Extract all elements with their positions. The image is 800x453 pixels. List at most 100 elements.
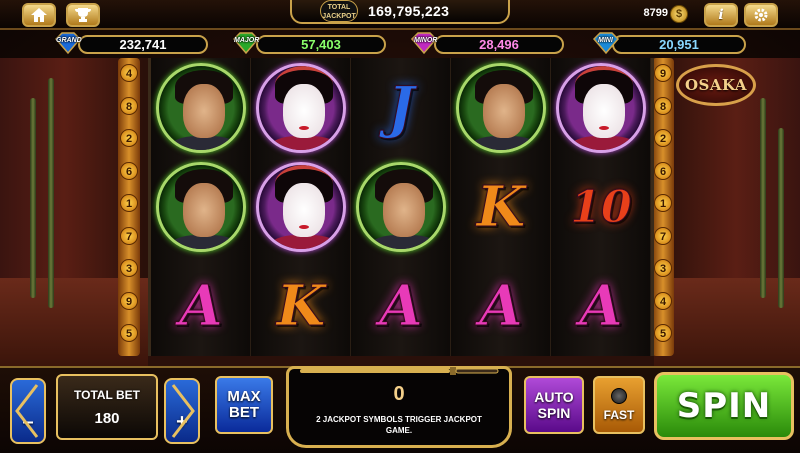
total-jackpot-value: 169,795,223 — [368, 3, 450, 19]
letter-symbol-text: K — [276, 273, 326, 340]
trophy-icon — [75, 8, 91, 22]
mini-label: MINI — [598, 37, 613, 44]
line-number: 1 — [120, 194, 138, 212]
geisha-symbol — [251, 58, 351, 158]
line-number: 9 — [654, 64, 672, 82]
decrease-bet-button[interactable]: – — [10, 378, 46, 444]
line-number: 3 — [654, 259, 672, 277]
right-line-numbers: 9 8 2 6 1 7 3 4 5 — [652, 58, 674, 356]
fast-button[interactable]: FAST — [593, 376, 645, 434]
info-button[interactable]: i — [704, 3, 738, 27]
max-bet-text: MAX BET — [227, 389, 260, 421]
line-number: 9 — [120, 291, 138, 310]
letter-symbol: K — [451, 157, 551, 257]
reel-window: A K J A K A 10 A — [148, 58, 654, 356]
geisha-portrait-icon — [256, 162, 346, 252]
increase-bet-button[interactable]: + — [164, 378, 200, 444]
geisha-symbol — [251, 157, 351, 257]
auto-spin-line2: SPIN — [537, 405, 571, 421]
coin-icon[interactable]: $ — [670, 5, 688, 23]
letter-symbol-text: K — [476, 174, 526, 241]
line-number: 6 — [120, 161, 138, 180]
letter-symbol: A — [151, 256, 251, 356]
samurai-symbol — [451, 58, 551, 158]
line-number: 1 — [654, 194, 672, 212]
letter-symbol-text: A — [179, 273, 223, 340]
reel-2: K — [251, 58, 351, 356]
left-arrow-icon — [15, 384, 39, 438]
max-bet-line2: BET — [229, 404, 259, 421]
line-number: 4 — [654, 291, 672, 310]
line-number: 7 — [120, 226, 138, 245]
major-jackpot-value: 57,403 — [256, 35, 386, 54]
letter-symbol: K — [251, 256, 351, 356]
letter-symbol-text: 10 — [570, 181, 632, 233]
auto-spin-text: AUTO SPIN — [534, 389, 573, 421]
balance-value: 8799 — [643, 7, 668, 19]
geisha-portrait-icon — [556, 63, 646, 153]
bamboo-decoration — [778, 128, 784, 308]
letter-symbol: A — [451, 256, 551, 356]
samurai-symbol — [151, 58, 251, 158]
total-bet-label: TOTAL BET — [74, 388, 140, 402]
line-number: 5 — [120, 324, 138, 342]
gear-icon — [754, 8, 768, 22]
location-badge[interactable]: OSAKA — [676, 64, 756, 106]
letter-symbol-text: J — [387, 75, 415, 142]
letter-symbol: J — [351, 58, 451, 158]
samurai-portrait-icon — [456, 63, 546, 153]
line-number: 8 — [120, 96, 138, 115]
reel-5: 10 A — [551, 58, 651, 356]
slot-game-screen: TOTAL JACKPOT 169,795,223 8799 $ i 232,7… — [0, 0, 800, 453]
bamboo-decoration — [30, 98, 36, 298]
letter-symbol-text: A — [579, 273, 623, 340]
auto-spin-button[interactable]: AUTO SPIN — [524, 376, 584, 434]
line-number: 6 — [654, 161, 672, 180]
line-number: 8 — [654, 96, 672, 115]
samurai-symbol — [351, 157, 451, 257]
line-number: 2 — [654, 129, 672, 147]
reel-3: JA — [351, 58, 451, 356]
bamboo-decoration — [760, 98, 766, 298]
grand-label: GRAND — [56, 37, 82, 44]
letter-symbol-text: A — [479, 273, 523, 340]
total-jackpot-logo: TOTAL JACKPOT — [320, 0, 358, 22]
total-bet-value: 180 — [94, 410, 120, 427]
geisha-portrait-icon — [256, 63, 346, 153]
win-message-panel: 0 2 JACKPOT SYMBOLS TRIGGER JACKPOT GAME… — [286, 366, 512, 448]
spin-button[interactable]: SPIN — [654, 372, 794, 440]
line-number: 2 — [120, 129, 138, 147]
total-bet-panel: TOTAL BET 180 — [56, 374, 158, 440]
letter-symbol-text: A — [379, 273, 423, 340]
max-bet-button[interactable]: MAX BET — [215, 376, 273, 434]
home-button[interactable] — [22, 3, 56, 27]
trophy-button[interactable] — [66, 3, 100, 27]
letter-symbol: 10 — [551, 157, 651, 257]
samurai-portrait-icon — [356, 162, 446, 252]
right-arrow-icon — [171, 384, 195, 438]
minor-jackpot-value: 28,496 — [434, 35, 564, 54]
total-jackpot-plaque: TOTAL JACKPOT 169,795,223 — [290, 0, 510, 24]
left-line-numbers: 4 8 2 6 1 7 3 9 5 — [118, 58, 140, 356]
samurai-portrait-icon — [156, 162, 246, 252]
auto-spin-line1: AUTO — [534, 389, 574, 405]
win-value: 0 — [393, 383, 405, 405]
major-label: MAJOR — [234, 37, 260, 44]
letter-symbol: A — [351, 256, 451, 356]
line-number: 5 — [654, 324, 672, 342]
grand-jackpot-value: 232,741 — [78, 35, 208, 54]
bamboo-decoration — [48, 78, 54, 308]
katana-decoration — [300, 367, 499, 375]
fast-indicator-icon — [611, 388, 627, 404]
mini-jackpot-value: 20,951 — [612, 35, 746, 54]
fast-label: FAST — [603, 408, 635, 422]
message-text: 2 JACKPOT SYMBOLS TRIGGER JACKPOT GAME. — [316, 415, 482, 435]
reel-1: A — [151, 58, 251, 356]
line-number: 4 — [120, 64, 138, 82]
samurai-portrait-icon — [156, 63, 246, 153]
geisha-symbol — [551, 58, 651, 158]
line-number: 3 — [120, 259, 138, 277]
settings-button[interactable] — [744, 3, 778, 27]
home-icon — [31, 8, 47, 22]
line-number: 7 — [654, 226, 672, 245]
